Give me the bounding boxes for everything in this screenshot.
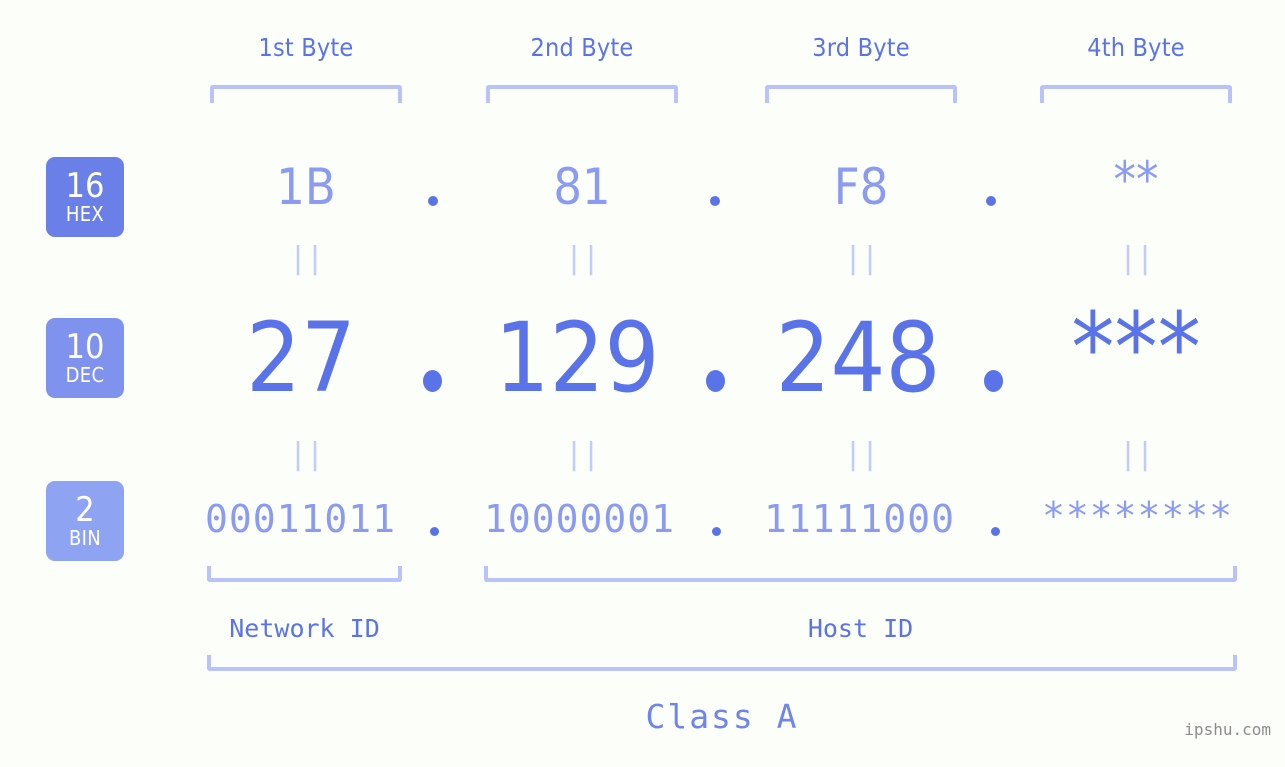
base-badge-bin-label: BIN <box>68 526 101 550</box>
byte-bracket-4 <box>1040 85 1232 103</box>
host-id-label: Host ID <box>807 614 914 643</box>
byte-bracket-2 <box>486 85 678 103</box>
base-badge-dec-label: DEC <box>65 363 105 387</box>
base-badge-bin-number: 2 <box>75 490 95 530</box>
equals-mark-dec-bin-1: || <box>288 437 324 472</box>
byte-header-4: 4th Byte <box>1087 33 1185 62</box>
hex-byte-1: 1B <box>276 158 336 216</box>
byte-bracket-1 <box>210 85 402 103</box>
base-badge-dec-number: 10 <box>65 327 105 367</box>
dec-byte-4: *** <box>1071 292 1201 404</box>
site-watermark: ipshu.com <box>1184 720 1271 739</box>
class-bracket <box>207 655 1237 671</box>
bin-dot-separator-3 <box>991 527 1000 536</box>
hex-byte-2: 81 <box>553 158 611 216</box>
hex-dot-separator-1 <box>428 196 438 206</box>
dec-dot-separator-2 <box>706 370 725 392</box>
base-badge-hex: 16 HEX <box>46 157 124 237</box>
base-badge-bin: 2 BIN <box>46 481 124 561</box>
network-id-bracket <box>207 566 402 582</box>
class-label: Class A <box>645 697 799 736</box>
byte-header-1: 1st Byte <box>258 33 354 62</box>
hex-byte-3: F8 <box>833 158 889 216</box>
hex-dot-separator-2 <box>710 196 720 206</box>
bin-byte-2: 10000001 <box>484 497 676 541</box>
equals-mark-dec-bin-4: || <box>1118 437 1154 472</box>
host-id-bracket <box>484 566 1237 582</box>
equals-mark-hex-dec-1: || <box>288 241 324 276</box>
base-badge-hex-label: HEX <box>65 202 105 226</box>
dec-dot-separator-3 <box>984 370 1003 392</box>
bin-dot-separator-2 <box>712 527 721 536</box>
hex-byte-4: ** <box>1113 151 1159 209</box>
base-badge-hex-number: 16 <box>65 166 105 206</box>
dec-byte-1: 27 <box>246 302 356 414</box>
equals-mark-hex-dec-2: || <box>564 241 600 276</box>
dec-dot-separator-1 <box>423 370 442 392</box>
equals-mark-hex-dec-4: || <box>1118 241 1154 276</box>
ip-address-breakdown-diagram: 1st Byte 2nd Byte 3rd Byte 4th Byte 16 H… <box>0 0 1285 767</box>
equals-mark-dec-bin-3: || <box>843 437 879 472</box>
equals-mark-dec-bin-2: || <box>564 437 600 472</box>
dec-byte-3: 248 <box>775 302 941 414</box>
equals-mark-hex-dec-3: || <box>843 241 879 276</box>
network-id-label: Network ID <box>229 614 380 643</box>
dec-byte-2: 129 <box>494 302 660 414</box>
byte-bracket-3 <box>765 85 957 103</box>
bin-byte-1: 00011011 <box>205 497 397 541</box>
base-badge-dec: 10 DEC <box>46 318 124 398</box>
hex-dot-separator-3 <box>986 196 996 206</box>
byte-header-3: 3rd Byte <box>812 33 910 62</box>
bin-byte-4: ******** <box>1042 494 1234 538</box>
byte-header-2: 2nd Byte <box>530 33 634 62</box>
bin-dot-separator-1 <box>430 527 439 536</box>
bin-byte-3: 11111000 <box>764 497 956 541</box>
